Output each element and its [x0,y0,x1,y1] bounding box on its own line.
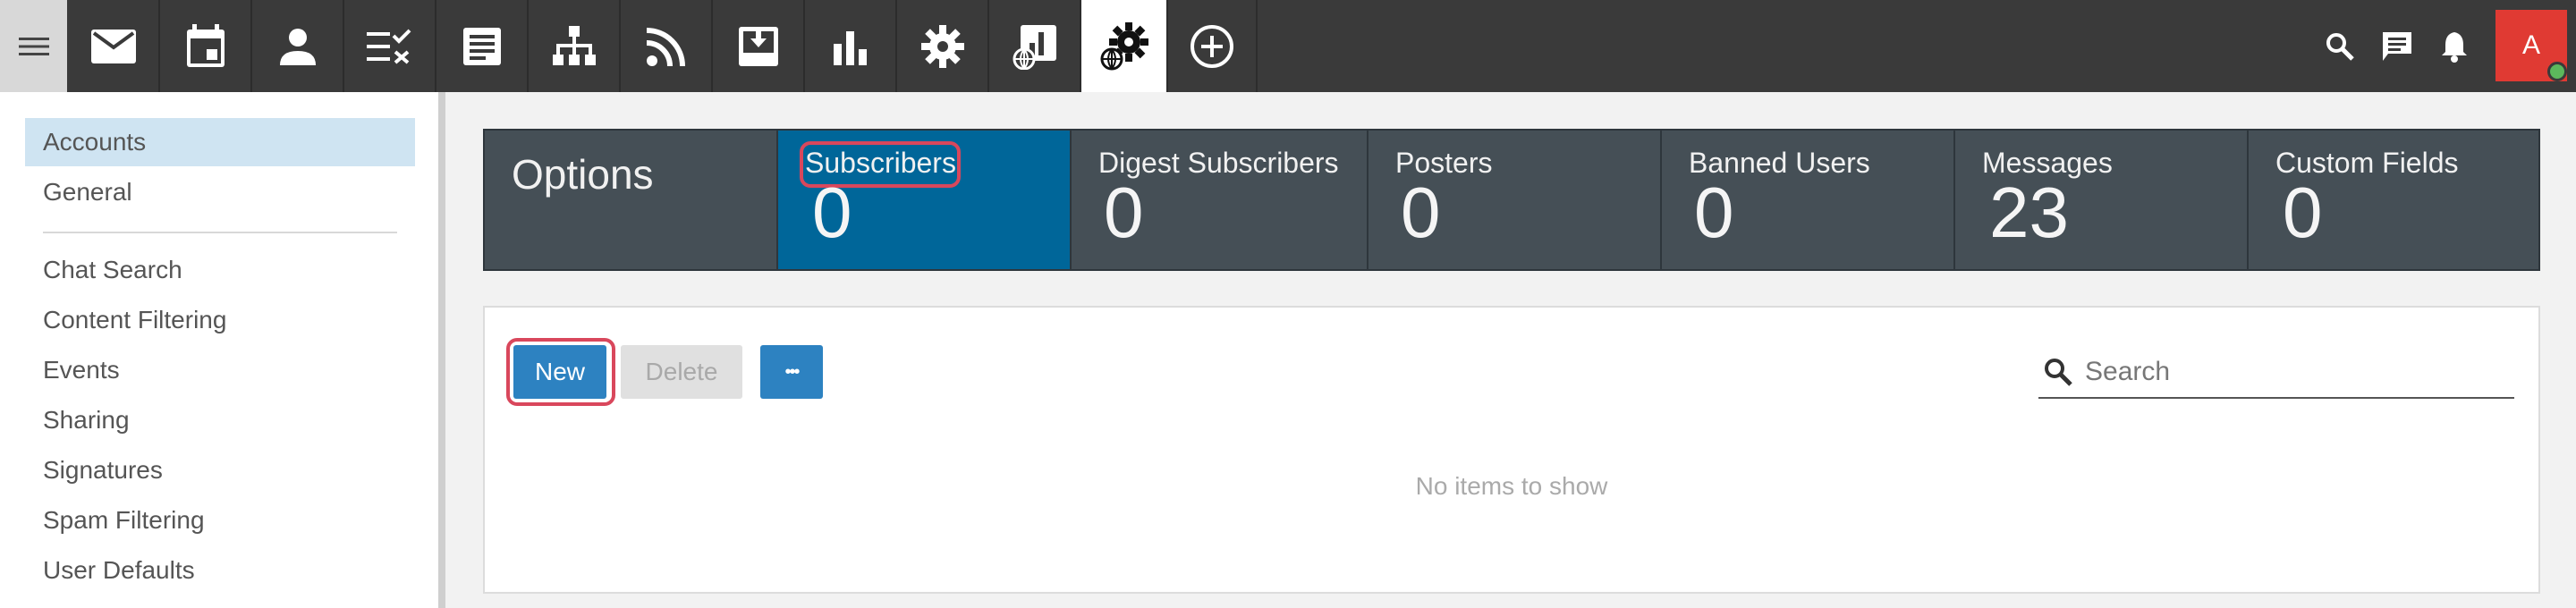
options-title: Options [512,151,654,198]
stat-value: 0 [1694,173,1734,252]
sidebar-resize-handle[interactable] [438,92,445,608]
sidebar-item-general[interactable]: General [25,168,415,216]
delete-button[interactable]: Delete [621,345,742,399]
menu-icon[interactable] [0,0,67,92]
stat-tab-messages[interactable]: Messages 23 [1955,131,2247,269]
search-box [2038,345,2514,399]
stat-value: 0 [1401,173,1441,252]
stat-value: 23 [1989,173,2069,252]
add-icon[interactable] [1168,0,1256,92]
sidebar-item-label: Content Filtering [43,306,227,334]
mail-icon[interactable] [68,0,158,92]
bell-icon[interactable] [2429,0,2479,92]
empty-list-message: No items to show [1415,472,1608,500]
domain-reports-icon[interactable] [989,0,1080,92]
search-icon [2045,359,2072,386]
top-navigation-bar: A [0,0,2576,92]
sidebar-item-label: Spam Filtering [43,506,205,534]
settings-icon[interactable] [897,0,987,92]
reports-icon[interactable] [805,0,895,92]
sidebar-item-signatures[interactable]: Signatures [25,446,415,494]
more-icon: ••• [784,361,800,382]
org-chart-icon[interactable] [529,0,619,92]
stat-tab-custom-fields[interactable]: Custom Fields 0 [2249,131,2538,269]
stat-tab-digest-subscribers[interactable]: Digest Subscribers 0 [1072,131,1367,269]
calendar-icon[interactable] [160,0,250,92]
sidebar-item-accounts[interactable]: Accounts [25,118,415,166]
stat-tab-banned-users[interactable]: Banned Users 0 [1662,131,1953,269]
options-header: Options [485,131,776,269]
chat-icon[interactable] [2372,0,2422,92]
stat-tab-posters[interactable]: Posters 0 [1368,131,1660,269]
contacts-icon[interactable] [252,0,343,92]
more-options-button[interactable]: ••• [760,345,823,399]
stat-value: 0 [1104,173,1144,252]
rss-icon[interactable] [621,0,711,92]
sidebar-item-label: Events [43,356,120,384]
tasks-icon[interactable] [344,0,435,92]
stats-bar: Options Subscribers 0 Digest Subscribers… [483,129,2540,271]
search-icon[interactable] [2317,0,2363,92]
stat-value: 0 [812,173,852,252]
sidebar-item-label: Chat Search [43,256,182,283]
sidebar-item-sharing[interactable]: Sharing [25,396,415,444]
notes-icon[interactable] [436,0,527,92]
subscribers-panel: New Delete ••• No items to show [483,306,2540,594]
sidebar-divider [43,232,397,233]
sidebar-item-label: Accounts [43,128,147,156]
stat-value: 0 [2283,173,2323,252]
sidebar-item-label: Sharing [43,406,130,434]
sidebar-item-content-filtering[interactable]: Content Filtering [25,296,415,344]
sidebar-item-spam-filtering[interactable]: Spam Filtering [25,496,415,545]
sidebar-item-label: General [43,178,132,206]
sidebar-item-user-defaults[interactable]: User Defaults [25,546,415,595]
domain-settings-icon[interactable] [1081,0,1166,92]
sidebar-item-label: Signatures [43,456,163,484]
new-button[interactable]: New [513,345,606,399]
inbox-download-icon[interactable] [713,0,803,92]
sidebar-item-chat-search[interactable]: Chat Search [25,246,415,294]
sidebar-item-label: User Defaults [43,556,195,584]
search-input[interactable] [2085,352,2505,392]
sidebar-item-events[interactable]: Events [25,346,415,394]
avatar-letter: A [2521,30,2540,60]
online-status-dot [2547,62,2567,81]
stat-tab-subscribers[interactable]: Subscribers 0 [778,131,1070,269]
